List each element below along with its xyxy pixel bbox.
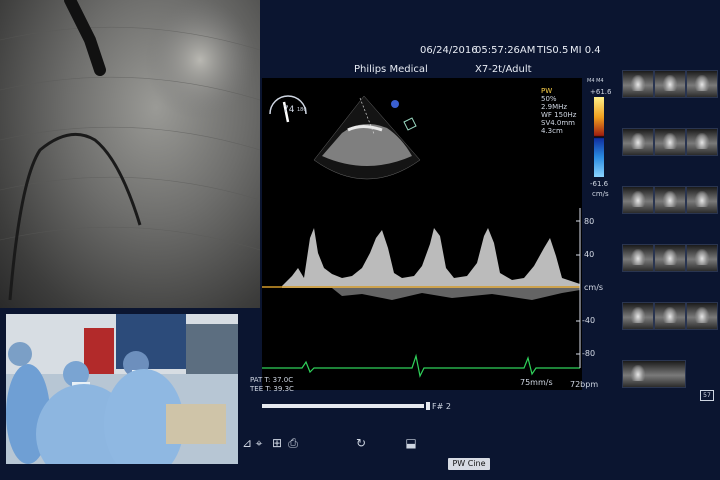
cine-progress-slider[interactable] xyxy=(262,404,424,408)
thumbnail[interactable] xyxy=(686,70,718,98)
velocity-tick-neg40: -40 xyxy=(582,316,596,325)
thumbnail[interactable] xyxy=(686,128,718,156)
thumbnail[interactable] xyxy=(654,128,686,156)
color-velocity-bar xyxy=(594,97,604,177)
catheter xyxy=(8,132,142,301)
pw-parameters: PW 50% 2.9MHz WF 150Hz SV4.0mm 4.3cm xyxy=(541,87,576,135)
thumbnail[interactable] xyxy=(622,302,654,330)
thumbnail[interactable] xyxy=(686,302,718,330)
doppler-spectrum xyxy=(282,228,580,300)
patient-temperature: PAT T: 37.0C xyxy=(250,376,294,384)
exam-time: 05:57:26AM xyxy=(475,45,536,56)
fluoroscopy-view xyxy=(0,0,260,308)
thumbnail-page-number: 57 xyxy=(700,390,714,401)
pw-gain: 50% xyxy=(541,95,557,103)
thumbnail[interactable] xyxy=(654,302,686,330)
fluoroscopy-image xyxy=(0,0,260,301)
thumbnail[interactable] xyxy=(622,186,654,214)
cine-loop-icon[interactable]: ↻ xyxy=(354,436,368,450)
color-scale-unit: cm/s xyxy=(592,190,609,198)
vendor-label: Philips Medical xyxy=(354,64,428,75)
velocity-unit-label: cm/s xyxy=(584,283,604,292)
thumbnail[interactable] xyxy=(686,244,718,272)
ecg-trace xyxy=(262,353,580,378)
pw-sample-volume: SV4.0mm xyxy=(541,119,576,127)
exam-date: 06/24/2016 xyxy=(420,45,478,56)
tee-temperature: TEE T: 39.3C xyxy=(250,385,294,393)
mi-value: MI 0.4 xyxy=(570,45,601,56)
echo-sector-image xyxy=(313,95,421,180)
cardiac-silhouette xyxy=(145,0,255,120)
procedure-camera-view xyxy=(6,314,238,464)
pw-depth: 4.3cm xyxy=(541,127,563,135)
angle-value: 74 xyxy=(283,105,295,115)
thumbnail-doppler[interactable] xyxy=(622,360,686,388)
caliper-icon[interactable]: ⌖ xyxy=(252,436,266,450)
tis-value: TIS0.5 xyxy=(537,45,569,56)
sweep-speed: 75mm/s xyxy=(520,378,553,387)
heart-rate: 72bpm xyxy=(570,380,599,389)
frame-number: F# 2 xyxy=(432,402,451,411)
thumbnail[interactable] xyxy=(654,244,686,272)
doppler-overlay xyxy=(262,95,581,378)
tee-probe xyxy=(64,0,106,76)
cine-slider-handle[interactable] xyxy=(426,402,430,410)
velocity-tick-neg80: -80 xyxy=(582,349,596,358)
camera-image xyxy=(6,314,238,464)
thumbnail[interactable] xyxy=(654,186,686,214)
acquire-icon[interactable]: ⬓ xyxy=(404,436,418,450)
pw-mode: PW xyxy=(541,87,553,95)
color-map-label: M4 M4 xyxy=(587,78,604,84)
thumbnail[interactable] xyxy=(686,186,718,214)
velocity-tick-80: 80 xyxy=(584,217,595,226)
sample-volume-gate xyxy=(403,117,417,131)
orientation-marker xyxy=(391,100,399,108)
pw-cine-button[interactable]: PW Cine xyxy=(448,458,490,470)
temperature-readout: PAT T: 37.0C TEE T: 39.3C xyxy=(250,376,294,394)
pw-wall-filter: WF 150Hz xyxy=(541,111,577,119)
thumbnail[interactable] xyxy=(654,70,686,98)
print-icon[interactable]: ⎙ xyxy=(286,436,300,450)
thumbnail[interactable] xyxy=(622,70,654,98)
color-scale-bottom: -61.6 xyxy=(590,180,609,188)
velocity-tick-40: 40 xyxy=(584,250,595,259)
probe-label: X7-2t/Adult xyxy=(475,64,532,75)
thumbnail-strip[interactable]: 57 xyxy=(618,42,718,402)
color-scale-top: +61.6 xyxy=(590,88,612,96)
angle-max-label: 180 xyxy=(297,107,307,113)
thumbnail[interactable] xyxy=(622,128,654,156)
annotate-icon[interactable]: ⊞ xyxy=(270,436,284,450)
thumbnail[interactable] xyxy=(622,244,654,272)
pw-frequency: 2.9MHz xyxy=(541,103,568,111)
